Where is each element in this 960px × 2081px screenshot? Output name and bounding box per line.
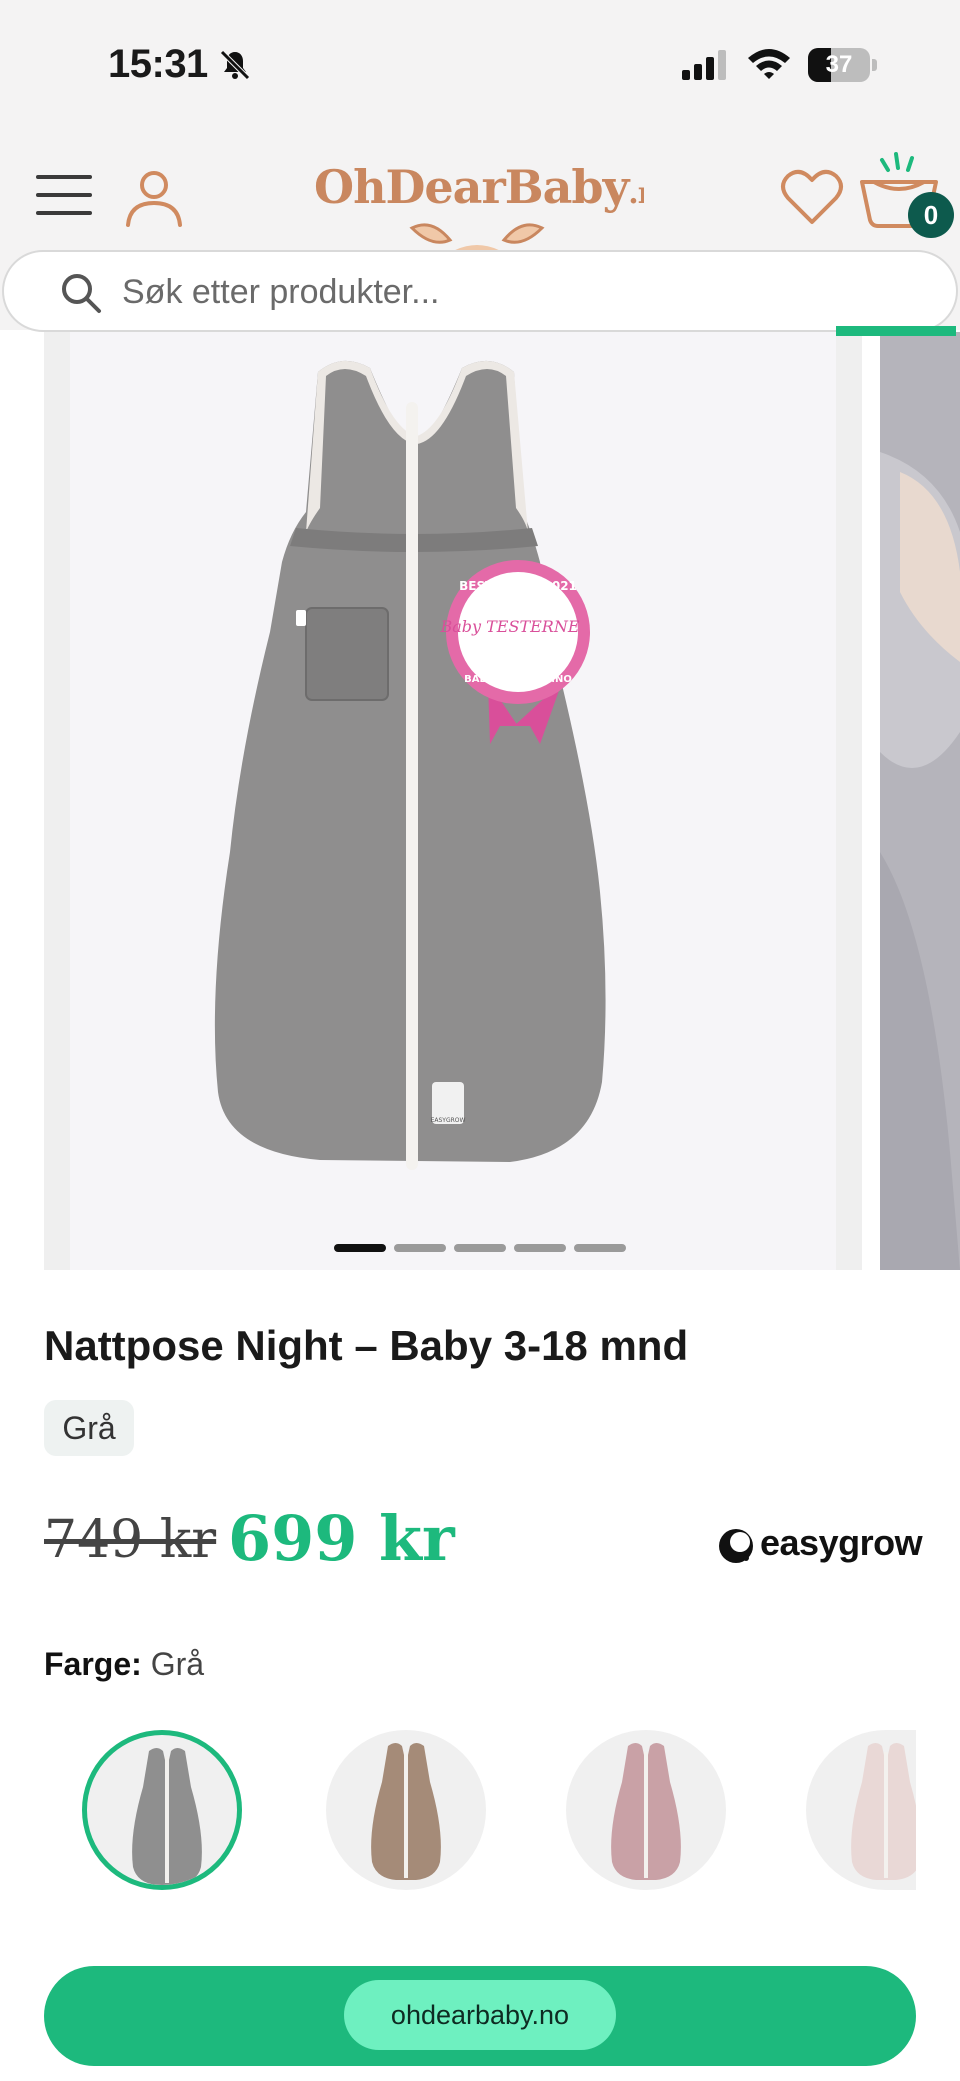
color-swatch-brown[interactable] bbox=[326, 1730, 486, 1890]
swatch-thumbnail bbox=[611, 1743, 681, 1880]
menu-icon[interactable] bbox=[36, 175, 92, 215]
bell-off-icon bbox=[220, 50, 250, 80]
pagination-dot[interactable] bbox=[394, 1244, 446, 1252]
wifi-icon bbox=[748, 49, 790, 79]
gallery-pagination[interactable] bbox=[334, 1244, 634, 1254]
badge-bottom-text: BABYTESTERNE.NO bbox=[464, 674, 572, 685]
green-accent-edge bbox=[836, 326, 956, 336]
logo-tld: .no bbox=[628, 176, 644, 211]
browser-url-pill[interactable]: ohdearbaby.no bbox=[344, 1980, 616, 2050]
pagination-dot[interactable] bbox=[574, 1244, 626, 1252]
gallery-slide-current[interactable]: EASYGROW BEST I TEST 2021 Baby TESTERNE … bbox=[44, 332, 862, 1270]
product-image: EASYGROW BEST I TEST 2021 Baby TESTERNE … bbox=[214, 360, 606, 1170]
pagination-dot[interactable] bbox=[454, 1244, 506, 1252]
product-gallery[interactable]: EASYGROW BEST I TEST 2021 Baby TESTERNE … bbox=[44, 332, 960, 1270]
site-logo[interactable]: OhDearBaby.no bbox=[314, 160, 644, 250]
price-sale: 699 kr bbox=[228, 1502, 455, 1575]
badge-top-text: BEST I TEST 2021 bbox=[459, 579, 577, 593]
badge-middle-text: Baby TESTERNE bbox=[439, 617, 579, 636]
next-slide-image bbox=[880, 332, 960, 1270]
swatch-thumbnail bbox=[371, 1743, 441, 1880]
price-original: 749 kr bbox=[44, 1510, 217, 1570]
logo-ears-icon bbox=[409, 223, 545, 250]
battery-icon: 37 bbox=[808, 48, 878, 82]
swatch-thumbnail bbox=[851, 1743, 916, 1880]
color-label-title: Farge: bbox=[44, 1646, 142, 1682]
swatch-thumbnail bbox=[132, 1748, 202, 1885]
color-swatch-pattern[interactable] bbox=[806, 1730, 916, 1890]
gallery-slide-next[interactable] bbox=[880, 332, 960, 1270]
brand-name: easygrow bbox=[760, 1522, 923, 1563]
color-swatch-pink[interactable] bbox=[566, 1730, 726, 1890]
heart-icon[interactable] bbox=[780, 168, 844, 226]
search-icon bbox=[62, 274, 101, 313]
search-input[interactable] bbox=[122, 264, 902, 320]
color-swatch-grey[interactable] bbox=[82, 1730, 242, 1890]
status-time: 15:31 bbox=[108, 42, 208, 86]
product-title: Nattpose Night – Baby 3-18 mnd bbox=[44, 1322, 689, 1369]
search-bar[interactable] bbox=[2, 250, 958, 332]
product-label-text: EASYGROW bbox=[431, 1117, 466, 1124]
logo-name: OhDearBaby bbox=[314, 160, 629, 214]
battery-level: 37 bbox=[825, 51, 853, 78]
cart-count-badge[interactable]: 0 bbox=[908, 192, 954, 238]
color-label: Farge: Grå bbox=[44, 1646, 204, 1683]
user-icon[interactable] bbox=[122, 165, 186, 229]
variant-chip: Grå bbox=[44, 1400, 134, 1456]
status-bar: 15:31 37 bbox=[0, 0, 960, 130]
pagination-dot[interactable] bbox=[514, 1244, 566, 1252]
easygrow-logo-icon bbox=[719, 1529, 753, 1563]
color-selected-value: Grå bbox=[150, 1646, 205, 1682]
cellular-signal-icon bbox=[682, 50, 726, 80]
pagination-dot[interactable] bbox=[334, 1244, 386, 1252]
